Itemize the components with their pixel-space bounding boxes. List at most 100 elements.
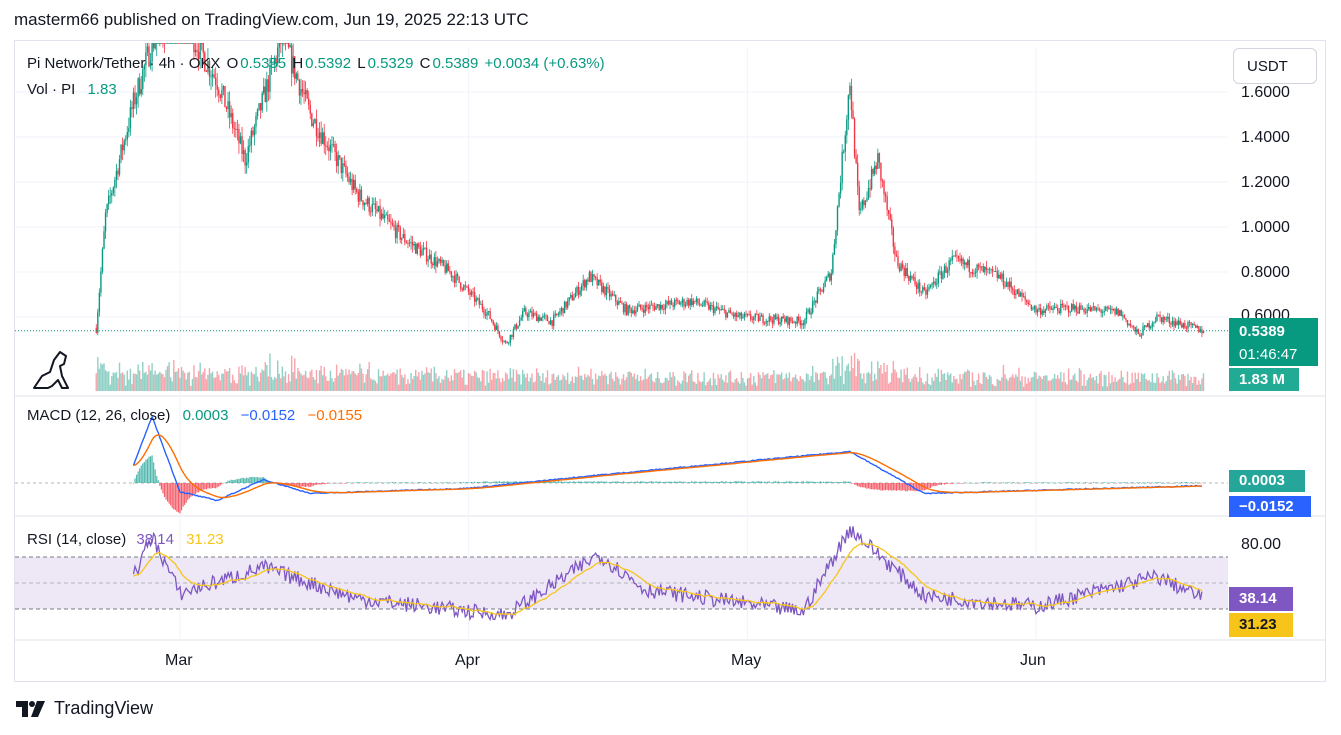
volume-bar: [889, 382, 891, 391]
macd-histogram-bar: [942, 483, 944, 484]
volume-bar: [483, 370, 485, 391]
candle-body: [911, 276, 913, 279]
volume-bar: [912, 376, 915, 391]
volume-bar: [397, 384, 400, 391]
candle-body: [289, 45, 291, 48]
macd-histogram-bar: [211, 483, 214, 488]
macd-histogram-bar: [1077, 483, 1079, 484]
volume-bar: [489, 368, 491, 391]
volume-bar: [929, 385, 932, 391]
volume-bar: [658, 378, 660, 391]
macd-histogram-bar: [301, 483, 304, 487]
candle-body: [165, 43, 167, 44]
candle-body: [981, 266, 983, 268]
last-price: 0.5389: [1239, 323, 1285, 340]
volume-bar: [1063, 372, 1065, 391]
volume-bar: [129, 368, 132, 391]
candle-body: [630, 308, 632, 314]
volume-label[interactable]: Vol · PI: [27, 81, 75, 98]
candle-body: [1069, 311, 1071, 313]
candle-body: [1022, 296, 1025, 298]
candle-body: [500, 336, 502, 340]
macd-histogram-bar: [1015, 483, 1017, 484]
volume-bar: [1083, 374, 1085, 391]
candle-body: [1092, 306, 1095, 308]
macd-histogram-bar: [373, 482, 375, 484]
macd-histogram-bar: [767, 481, 769, 483]
candle-body: [562, 308, 564, 314]
volume-bar: [1142, 374, 1144, 391]
candle-body: [331, 144, 333, 146]
volume-bar: [1187, 373, 1189, 391]
candle-body: [298, 79, 301, 96]
macd-histogram-bar: [511, 481, 513, 483]
candle-body: [1128, 324, 1130, 326]
candle-body: [624, 303, 626, 313]
macd-histogram-bar: [415, 482, 417, 484]
macd-histogram-bar: [1009, 482, 1011, 483]
candle-body: [849, 85, 851, 96]
volume-bar: [960, 379, 963, 391]
macd-histogram-bar: [551, 482, 553, 483]
macd-title[interactable]: MACD (12, 26, close): [27, 407, 170, 424]
macd-histogram-bar: [951, 483, 953, 484]
volume-bar: [346, 374, 349, 391]
macd-histogram-bar: [1026, 482, 1028, 483]
volume-bar: [399, 368, 401, 391]
rsi-title[interactable]: RSI (14, close): [27, 531, 126, 548]
volume-bar: [289, 381, 291, 391]
macd-histogram-bar: [677, 481, 679, 483]
candle-body: [954, 255, 957, 257]
volume-bar: [1139, 381, 1141, 391]
candle-body: [162, 43, 164, 44]
high-value: 0.5392: [305, 55, 352, 72]
volume-bar: [301, 375, 304, 391]
volume-bar: [554, 379, 556, 391]
macd-histogram-bar: [137, 471, 139, 483]
candle-body: [729, 310, 732, 314]
candle-body: [1185, 327, 1188, 329]
candle-body: [360, 189, 363, 201]
macd-histogram-bar: [954, 482, 956, 484]
volume-bar: [232, 374, 234, 391]
volume-bar: [469, 373, 471, 391]
candle-body: [948, 260, 950, 271]
currency-button[interactable]: USDT: [1233, 48, 1317, 84]
candle-body: [1109, 308, 1112, 310]
volume-bar: [125, 385, 127, 391]
volume-bar: [805, 373, 808, 391]
candle-body: [387, 214, 389, 220]
macd-histogram-bar: [477, 481, 479, 483]
candle-body: [994, 271, 997, 272]
volume-bar: [187, 372, 189, 391]
candle-body: [303, 92, 305, 95]
macd-histogram-bar: [945, 483, 947, 484]
candle-body: [892, 228, 895, 247]
candle-body: [615, 294, 617, 302]
candle-body: [418, 243, 420, 248]
candle-body: [1044, 309, 1047, 313]
macd-histogram-bar: [418, 481, 420, 483]
volume-bar: [932, 380, 935, 391]
macd-histogram-bar: [574, 482, 577, 483]
footer-brand[interactable]: TradingView: [16, 698, 153, 719]
volume-bar: [503, 380, 505, 391]
macd-histogram-bar: [701, 481, 704, 483]
volume-bar: [345, 368, 347, 391]
candle-body: [678, 301, 681, 305]
macd-histogram-bar: [1188, 483, 1191, 484]
chart-canvas[interactable]: [0, 0, 1341, 735]
macd-histogram-bar: [421, 482, 423, 483]
macd-histogram-bar: [376, 482, 378, 484]
macd-histogram-bar: [1148, 482, 1150, 484]
candle-body: [438, 259, 440, 262]
volume-bar: [943, 373, 946, 391]
volume-bar: [436, 378, 439, 391]
candle-body: [644, 304, 646, 313]
volume-bar: [370, 378, 372, 391]
volume-bar: [165, 369, 167, 391]
volume-bar: [582, 379, 584, 391]
volume-bar: [1089, 373, 1091, 391]
symbol-title[interactable]: Pi Network/Tether · 4h · OKX: [27, 55, 220, 72]
macd-histogram-bar: [824, 482, 826, 483]
